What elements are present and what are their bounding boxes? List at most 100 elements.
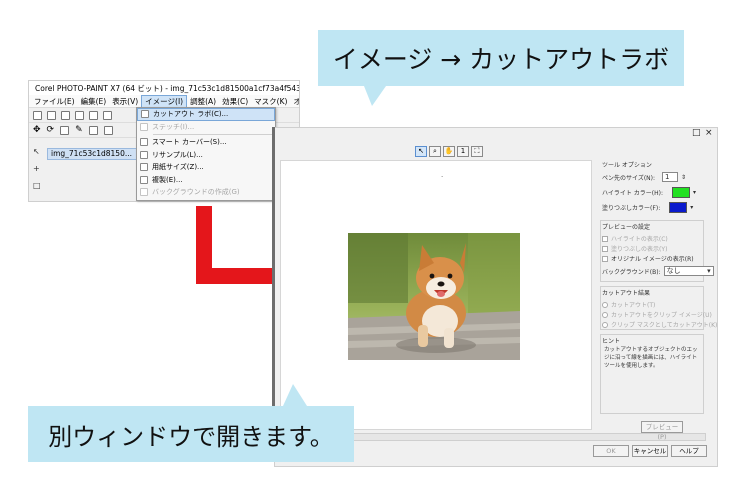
image-menu-dropdown: カットアウト ラボ(C)... ステッチ(I)... スマート カーバー(S)...…	[136, 107, 276, 201]
show-fill-checkbox[interactable]	[602, 245, 608, 252]
maximize-icon[interactable]: □	[692, 128, 701, 138]
menu-item-stitch: ステッチ(I)...	[137, 121, 275, 134]
menu-item-label: リサンプル(L)...	[152, 150, 203, 159]
result-clip-mask-label: クリップ マスクとしてカットアウト(K)	[611, 322, 718, 329]
cutout-lab-icon	[141, 110, 149, 119]
save-icon[interactable]	[61, 110, 70, 120]
crop-tool-icon[interactable]	[60, 125, 70, 135]
corel-toolbox: ↖ + □	[33, 147, 43, 190]
lab-canvas-toolbar: ↖ ⌕ ✋ 1 ⛶	[415, 146, 483, 157]
result-clip-mask-radio[interactable]	[602, 321, 608, 328]
fill-color-dropdown-icon[interactable]: ▾	[690, 204, 693, 211]
corel-title: Corel PHOTO-PAINT X7 (64 ビット) - img_71c5…	[35, 83, 300, 93]
menu-file[interactable]: ファイル(E)	[31, 96, 78, 107]
cutout-result-label: カットアウト結果	[602, 290, 651, 297]
hint-label: ヒント	[602, 338, 621, 345]
menu-object[interactable]: オブジェ	[290, 96, 299, 107]
fill-color-label: 塗りつぶしカラー(F):	[602, 205, 661, 212]
result-cutout-label: カットアウト(T)	[611, 302, 656, 309]
menu-item-label: スマート カーバー(S)...	[152, 138, 227, 147]
zoom-one-icon[interactable]: 1	[457, 146, 469, 157]
show-highlight-checkbox[interactable]	[602, 235, 608, 242]
callout-image-to-cutout-lab: イメージ → カットアウトラボ	[318, 30, 684, 106]
corel-titlebar: Corel PHOTO-PAINT X7 (64 ビット) - img_71c5…	[29, 81, 299, 95]
cancel-button[interactable]: キャンセル	[632, 445, 668, 457]
smart-carver-icon	[140, 138, 148, 147]
result-clip-image-radio[interactable]	[602, 311, 608, 318]
resample-icon	[140, 150, 148, 159]
menu-view[interactable]: 表示(V)	[109, 96, 141, 107]
print-icon[interactable]	[75, 110, 84, 120]
help-button[interactable]: ヘルプ	[671, 445, 707, 457]
callout-opens-separate-window: 別ウィンドウで開きます。	[28, 384, 354, 462]
document-tab-label: img_71c53c1d8150...	[51, 149, 133, 158]
lab-options-panel: ツール オプション ペン先のサイズ(N): 1 ⇕ ハイライト カラー(H): …	[598, 146, 717, 416]
background-select[interactable]: なし ▾	[663, 266, 714, 276]
rectangle-mask-icon[interactable]: □	[33, 181, 43, 190]
pen-tool-icon[interactable]: ✎	[75, 125, 83, 135]
menu-item-paper-size[interactable]: 用紙サイズ(Z)...	[137, 161, 275, 174]
hint-text: カットアウトするオブジェクトのエッジに沿って線を描画には、ハイライト ツールを使…	[604, 347, 698, 369]
menu-item-duplicate[interactable]: 複製(E)...	[137, 174, 275, 187]
menu-separator	[153, 134, 275, 135]
menu-item-label: 用紙サイズ(Z)...	[152, 163, 204, 172]
pen-size-label: ペン先のサイズ(N):	[602, 174, 656, 182]
new-file-icon[interactable]	[33, 110, 42, 120]
result-cutout-radio[interactable]	[602, 301, 608, 308]
pen-size-input[interactable]: 1	[662, 172, 679, 182]
preview-settings-label: プレビューの設定	[602, 224, 651, 231]
fill-color-swatch[interactable]	[669, 202, 688, 213]
result-clip-image-label: カットアウトをクリップ イメージ(U)	[611, 312, 712, 319]
callout-bottom-tail	[283, 384, 307, 406]
menu-item-label: 複製(E)...	[152, 175, 183, 184]
transform-tool-icon[interactable]	[88, 125, 98, 135]
pan-tool-icon[interactable]: ✋	[443, 146, 455, 157]
menu-edit[interactable]: 編集(E)	[78, 96, 110, 107]
highlight-color-swatch[interactable]	[672, 187, 691, 198]
callout-top-tail	[364, 86, 386, 106]
menu-mask[interactable]: マスク(K)	[251, 96, 290, 107]
menu-item-cutout-lab[interactable]: カットアウト ラボ(C)...	[137, 108, 275, 121]
stitch-icon	[140, 122, 148, 131]
close-icon[interactable]: ×	[705, 128, 713, 138]
zoom-fit-icon[interactable]: ⛶	[471, 146, 483, 157]
paper-size-icon	[140, 163, 148, 172]
puppy-photo-svg	[348, 233, 520, 360]
open-folder-icon[interactable]	[47, 110, 56, 120]
menu-item-label: ステッチ(I)...	[152, 122, 195, 131]
create-background-icon	[140, 188, 148, 197]
menu-image[interactable]: イメージ(I)	[141, 94, 188, 108]
puppy-photo	[348, 233, 520, 360]
tool-options-heading: ツール オプション	[602, 162, 652, 169]
highlight-color-label: ハイライト カラー(H):	[602, 190, 664, 197]
canvas-marker-dot: ·	[441, 173, 444, 181]
background-label: バックグラウンド(B):	[602, 268, 661, 276]
callout-bottom-text: 別ウィンドウで開きます。	[48, 422, 334, 451]
frame-tool-icon[interactable]	[103, 125, 113, 135]
pointer-tool-icon[interactable]: ↖	[415, 146, 427, 157]
pen-size-spinner-icon[interactable]: ⇕	[681, 174, 686, 181]
window-divider	[272, 127, 275, 415]
move-tool-icon[interactable]: ✥	[33, 125, 41, 135]
callout-top-text: イメージ → カットアウトラボ	[332, 45, 670, 74]
menu-item-label: バックグラウンドの作成(G)	[152, 188, 240, 197]
show-highlight-label: ハイライトの表示(C)	[611, 236, 668, 243]
menu-item-smart-carver[interactable]: スマート カーバー(S)...	[137, 136, 275, 149]
show-fill-label: 塗りつぶしの表示(Y)	[611, 246, 668, 253]
show-original-label: オリジナル イメージの表示(R)	[611, 256, 694, 263]
ok-button[interactable]: OK	[593, 445, 629, 457]
menu-item-resample[interactable]: リサンプル(L)...	[137, 149, 275, 162]
pick-tool-icon[interactable]: ↖	[33, 147, 43, 156]
cut-icon[interactable]	[89, 110, 98, 120]
preview-button[interactable]: プレビュー(P)	[641, 421, 683, 441]
plus-tool-icon[interactable]: +	[33, 164, 43, 173]
zoom-tool-icon[interactable]: ⌕	[429, 146, 441, 157]
menu-adjust[interactable]: 調整(A)	[187, 96, 219, 107]
duplicate-icon	[140, 175, 148, 184]
copy-icon[interactable]	[103, 110, 112, 120]
highlight-color-dropdown-icon[interactable]: ▾	[693, 189, 696, 196]
menu-item-create-background: バックグラウンドの作成(G)	[137, 186, 275, 199]
rotate-tool-icon[interactable]: ⟳	[47, 125, 55, 135]
menu-effects[interactable]: 効果(C)	[219, 96, 251, 107]
show-original-checkbox[interactable]	[602, 255, 608, 262]
